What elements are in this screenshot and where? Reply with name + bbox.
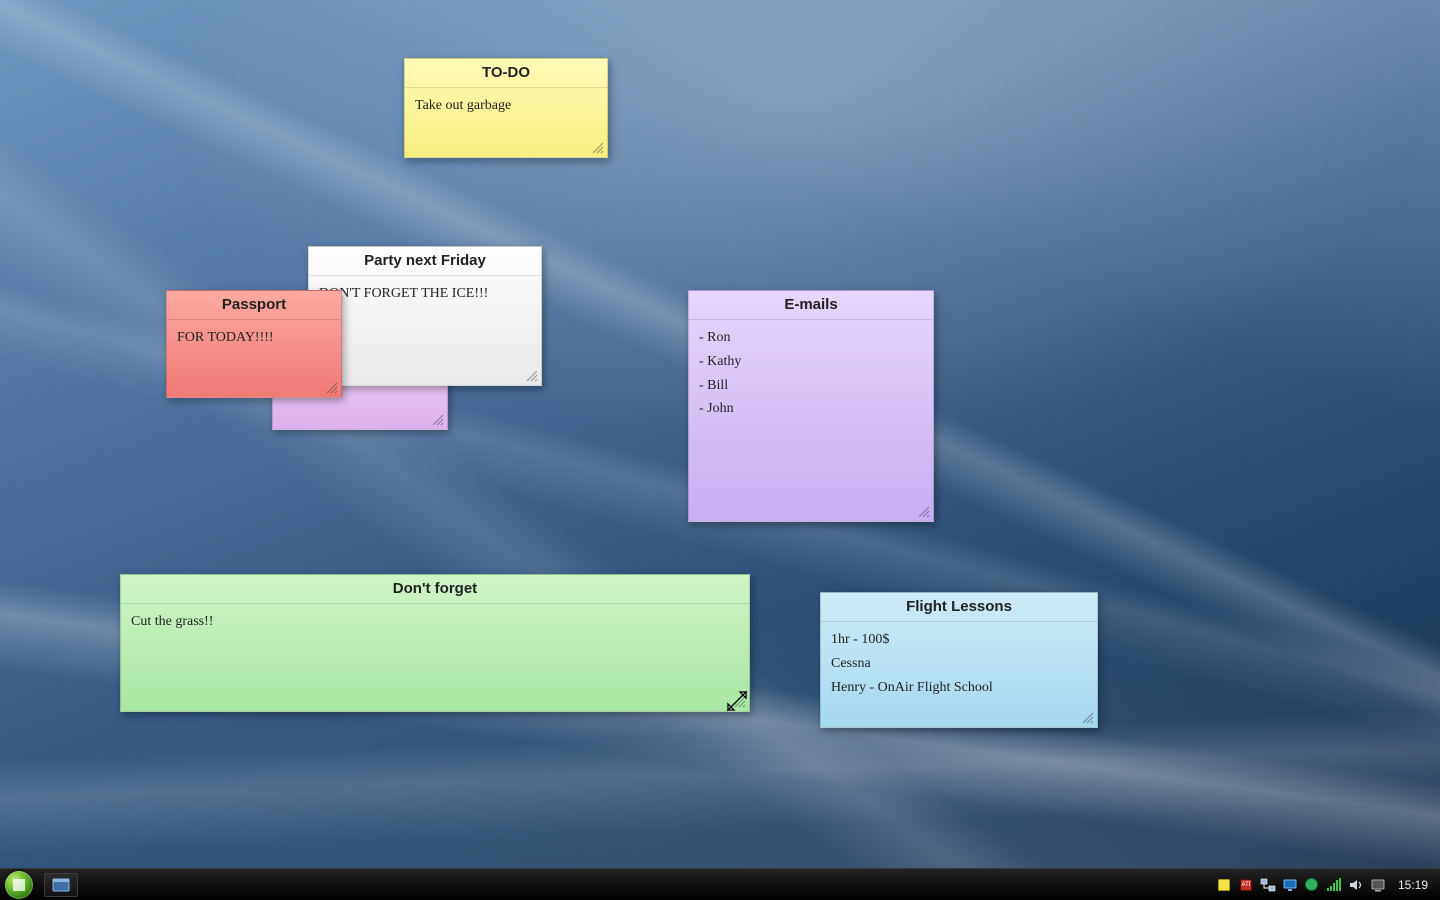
resize-grip-icon[interactable] — [733, 695, 747, 709]
system-tray: ATI 15:19 — [1216, 869, 1440, 900]
note-title: Passport — [167, 291, 341, 320]
note-party[interactable]: Party next Friday DON'T FORGET THE ICE!!… — [308, 246, 542, 386]
note-body[interactable]: Take out garbage — [405, 88, 607, 157]
note-title: Don't forget — [121, 575, 749, 604]
tray-volume-icon[interactable] — [1348, 877, 1364, 893]
tray-sync-icon[interactable] — [1304, 877, 1320, 893]
tray-ati-icon[interactable]: ATI — [1238, 877, 1254, 893]
note-emails[interactable]: E-mails - Ron - Kathy - Bill - John — [688, 290, 934, 522]
tray-show-desktop-icon[interactable] — [1370, 877, 1386, 893]
taskbar-clock[interactable]: 15:19 — [1392, 878, 1434, 892]
windows-orb-icon — [5, 871, 33, 899]
note-todo[interactable]: TO-DO Take out garbage — [404, 58, 608, 158]
note-flight-lessons[interactable]: Flight Lessons 1hr - 100$ Cessna Henry -… — [820, 592, 1098, 728]
note-body[interactable]: - Ron - Kathy - Bill - John — [689, 320, 933, 521]
note-title: Party next Friday — [309, 247, 541, 276]
tray-network-icon[interactable] — [1260, 877, 1276, 893]
desktop-wallpaper[interactable]: TO-DO Take out garbage Party next Friday… — [0, 0, 1440, 900]
note-body[interactable]: FOR TODAY!!!! — [167, 320, 341, 397]
start-button[interactable] — [0, 869, 38, 900]
note-title: Flight Lessons — [821, 593, 1097, 622]
note-passport[interactable]: Passport FOR TODAY!!!! — [166, 290, 342, 398]
note-body[interactable]: 1hr - 100$ Cessna Henry - OnAir Flight S… — [821, 622, 1097, 727]
taskbar-items — [44, 873, 78, 897]
taskbar: ATI 15:19 — [0, 868, 1440, 900]
note-title: E-mails — [689, 291, 933, 320]
resize-grip-icon[interactable] — [917, 505, 931, 519]
note-body[interactable]: DON'T FORGET THE ICE!!! — [309, 276, 541, 385]
resize-grip-icon[interactable] — [591, 141, 605, 155]
tray-note-icon[interactable] — [1216, 877, 1232, 893]
note-dont-forget[interactable]: Don't forget Cut the grass!! — [120, 574, 750, 712]
resize-grip-icon[interactable] — [525, 369, 539, 383]
note-body[interactable]: Cut the grass!! — [121, 604, 749, 711]
tray-monitor-icon[interactable] — [1282, 877, 1298, 893]
resize-grip-icon[interactable] — [1081, 711, 1095, 725]
tray-signal-icon[interactable] — [1326, 877, 1342, 893]
taskbar-item-show-desktop[interactable] — [44, 873, 78, 897]
resize-grip-icon[interactable] — [325, 381, 339, 395]
note-title: TO-DO — [405, 59, 607, 88]
resize-grip-icon[interactable] — [431, 413, 445, 427]
